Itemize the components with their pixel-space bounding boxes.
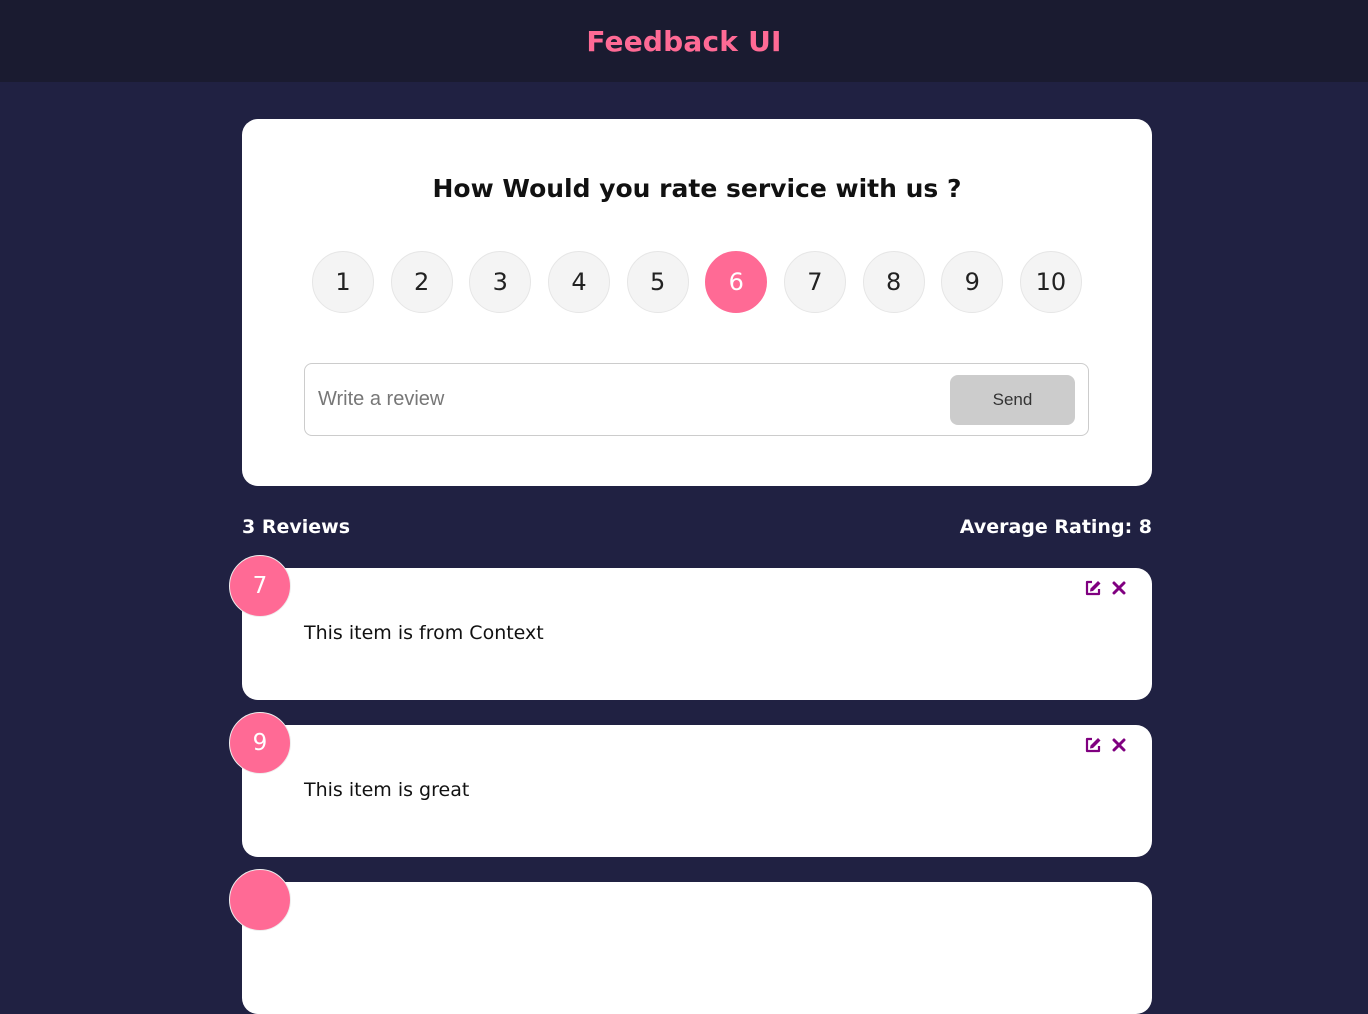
review-rating-badge: 7 — [229, 555, 291, 617]
rating-option-8[interactable]: 8 — [862, 251, 925, 313]
rating-option-1[interactable]: 1 — [312, 251, 374, 313]
edit-button[interactable] — [1084, 580, 1102, 598]
rating-option-6[interactable]: 6 — [705, 251, 768, 313]
rating-option-9[interactable]: 9 — [941, 251, 1004, 313]
delete-button[interactable] — [1110, 737, 1128, 755]
app-header: Feedback UI — [0, 0, 1368, 82]
rating-option-5[interactable]: 5 — [626, 251, 689, 313]
rating-option-3[interactable]: 3 — [469, 251, 532, 313]
review-rating-badge — [229, 869, 291, 931]
delete-button[interactable] — [1110, 580, 1128, 598]
review-item: 9 This item is great — [229, 712, 1152, 857]
rating-question: How Would you rate service with us ? — [432, 174, 962, 203]
rating-option-7[interactable]: 7 — [783, 251, 846, 313]
review-item — [229, 869, 1152, 1014]
close-icon — [1112, 581, 1126, 598]
send-button[interactable]: Send — [950, 374, 1075, 425]
app-title: Feedback UI — [586, 24, 782, 58]
feedback-form-card: How Would you rate service with us ? 1 2… — [242, 119, 1152, 486]
review-input-group: Send — [304, 363, 1089, 436]
review-count: 3 Reviews — [242, 516, 350, 538]
review-rating-badge: 9 — [229, 712, 291, 774]
rating-options: 1 2 3 4 5 6 7 8 9 10 — [312, 251, 1082, 313]
average-rating: Average Rating: 8 — [959, 516, 1152, 538]
edit-icon — [1084, 736, 1102, 757]
review-input[interactable] — [318, 379, 950, 420]
rating-option-10[interactable]: 10 — [1019, 251, 1082, 313]
feedback-stats: 3 Reviews Average Rating: 8 — [242, 512, 1152, 542]
rating-option-2[interactable]: 2 — [390, 251, 453, 313]
close-icon — [1112, 738, 1126, 755]
edit-icon — [1084, 579, 1102, 600]
edit-button[interactable] — [1084, 737, 1102, 755]
review-item: 7 This item is from Context — [229, 555, 1152, 700]
review-text: This item is great — [304, 779, 470, 801]
review-text: This item is from Context — [304, 622, 544, 644]
rating-option-4[interactable]: 4 — [547, 251, 610, 313]
